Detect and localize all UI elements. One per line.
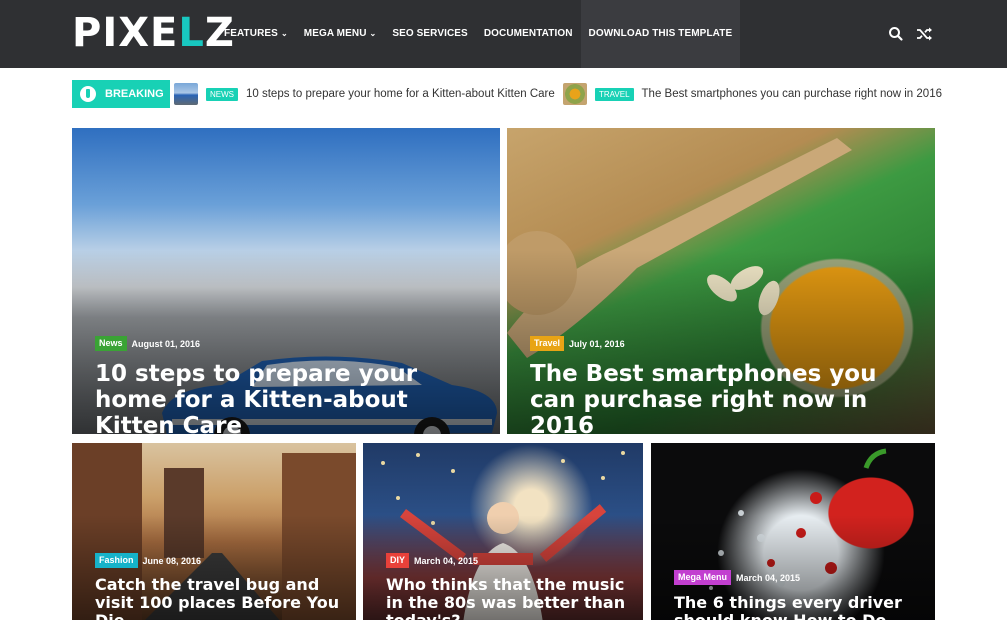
nav-item-features[interactable]: FEATURES ⌄	[216, 0, 296, 68]
flame-icon	[80, 86, 96, 102]
chevron-down-icon: ⌄	[280, 29, 288, 38]
nav-item-seo-services[interactable]: SEO SERVICES	[384, 0, 476, 68]
breaking-label: BREAKING	[105, 88, 164, 100]
post-card[interactable]: DIY March 04, 2015 Who thinks that the m…	[363, 443, 643, 620]
nav-item-mega-menu[interactable]: MEGA MENU ⌄	[296, 0, 385, 68]
ticker-link[interactable]: The Best smartphones you can purchase ri…	[642, 88, 942, 100]
post-meta: Mega Menu March 04, 2015	[674, 570, 800, 585]
breaking-badge: BREAKING	[72, 80, 170, 108]
post-title[interactable]: 10 steps to prepare your home for a Kitt…	[95, 361, 485, 434]
post-date: June 08, 2016	[142, 555, 202, 566]
category-badge[interactable]: Travel	[530, 336, 565, 351]
ticker-thumbnail	[174, 83, 198, 105]
post-meta: News August 01, 2016	[95, 336, 200, 351]
featured-post-card[interactable]: News August 01, 2016 10 steps to prepare…	[72, 128, 500, 434]
nav-item-label: MEGA MENU	[303, 28, 367, 39]
post-title[interactable]: The Best smartphones you can purchase ri…	[530, 361, 920, 434]
ticker-tag: TRAVEL	[595, 87, 634, 101]
post-meta: Travel July 01, 2016	[530, 336, 625, 351]
ticker-thumbnail	[563, 83, 587, 105]
ticker-link[interactable]: 10 steps to prepare your home for a Kitt…	[246, 88, 555, 100]
featured-post-card[interactable]: Travel July 01, 2016 The Best smartphone…	[507, 128, 935, 434]
site-header: PIXELZ FEATURES ⌄ MEGA MENU ⌄ SEO SERVICES…	[0, 0, 1007, 68]
nav-item-label: DOCUMENTATION	[483, 28, 573, 39]
post-date: July 01, 2016	[569, 338, 625, 349]
nav-item-download-template[interactable]: DOWNLOAD THIS TEMPLATE	[580, 0, 741, 68]
post-meta: DIY March 04, 2015	[386, 553, 478, 568]
logo-text-accent: L	[178, 10, 205, 56]
search-icon[interactable]	[886, 24, 906, 44]
logo-text-start: PIXE	[72, 10, 179, 56]
post-date: August 01, 2016	[131, 338, 201, 349]
post-title[interactable]: Catch the travel bug and visit 100 place…	[95, 576, 345, 620]
post-date: March 04, 2015	[414, 555, 479, 566]
ticker-item[interactable]: TRAVEL The Best smartphones you can purc…	[563, 82, 942, 106]
site-logo[interactable]: PIXELZ	[72, 12, 235, 54]
category-badge[interactable]: DIY	[386, 553, 410, 568]
category-badge[interactable]: News	[95, 336, 127, 351]
post-title[interactable]: Who thinks that the music in the 80s was…	[386, 576, 636, 620]
category-badge[interactable]: Fashion	[95, 553, 138, 568]
post-date: March 04, 2015	[736, 572, 801, 583]
post-card[interactable]: Fashion June 08, 2016 Catch the travel b…	[72, 443, 356, 620]
nav-item-documentation[interactable]: DOCUMENTATION	[476, 0, 581, 68]
chevron-down-icon: ⌄	[369, 29, 377, 38]
nav-item-label: FEATURES	[224, 28, 278, 39]
ticker-item[interactable]: NEWS 10 steps to prepare your home for a…	[174, 82, 555, 106]
ticker-tag: NEWS	[206, 87, 238, 101]
post-meta: Fashion June 08, 2016	[95, 553, 201, 568]
main-nav: FEATURES ⌄ MEGA MENU ⌄ SEO SERVICES DOCUME…	[216, 0, 741, 68]
shuffle-icon[interactable]	[914, 24, 934, 44]
nav-item-label: DOWNLOAD THIS TEMPLATE	[588, 28, 733, 39]
category-badge[interactable]: Mega Menu	[674, 570, 732, 585]
post-card[interactable]: Mega Menu March 04, 2015 The 6 things ev…	[651, 443, 935, 620]
nav-item-label: SEO SERVICES	[392, 28, 468, 39]
post-title[interactable]: The 6 things every driver should know Ho…	[674, 594, 924, 620]
